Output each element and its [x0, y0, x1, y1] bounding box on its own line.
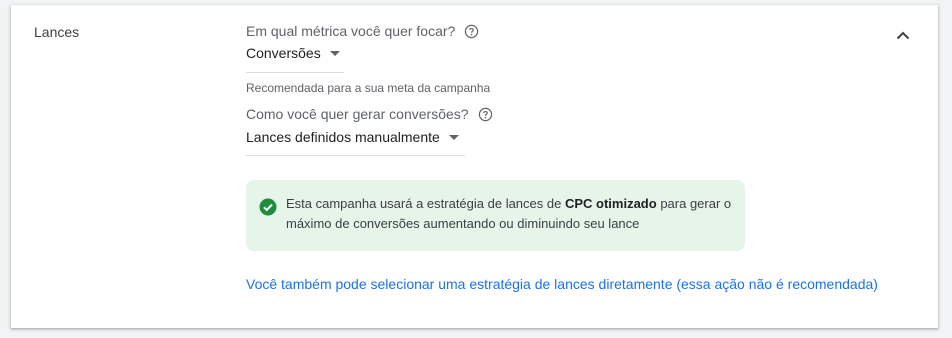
strategy-info-box: Esta campanha usará a estratégia de lanc…	[246, 180, 745, 251]
metric-dropdown[interactable]: Conversões	[246, 45, 344, 73]
conversions-question-label: Como você quer gerar conversões?	[246, 106, 469, 122]
help-icon[interactable]	[464, 24, 479, 39]
section-title: Lances	[34, 24, 80, 40]
metric-question-label: Em qual métrica você quer focar?	[246, 23, 456, 39]
info-text-before: Esta campanha usará a estratégia de lanc…	[286, 196, 565, 211]
conversions-dropdown[interactable]: Lances definidos manualmente	[246, 129, 465, 156]
chevron-up-icon	[896, 31, 910, 39]
caret-down-icon	[329, 51, 340, 56]
metric-hint: Recomendada para a sua meta da campanha	[246, 81, 491, 95]
strategy-name: CPC otimizado	[564, 196, 657, 211]
strategy-info-text: Esta campanha usará a estratégia de lanc…	[286, 194, 736, 234]
caret-down-icon	[448, 135, 459, 140]
help-icon[interactable]	[478, 107, 493, 122]
check-circle-icon	[259, 198, 277, 216]
conversions-question: Como você quer gerar conversões?	[246, 106, 493, 122]
metric-question: Em qual métrica você quer focar?	[246, 23, 479, 39]
bidding-section-card: Lances Em qual métrica você quer focar? …	[11, 5, 938, 328]
collapse-button[interactable]	[891, 23, 915, 47]
metric-dropdown-value: Conversões	[246, 45, 321, 61]
conversions-dropdown-value: Lances definidos manualmente	[246, 129, 440, 145]
select-strategy-directly-link[interactable]: Você também pode selecionar uma estratég…	[246, 276, 878, 292]
